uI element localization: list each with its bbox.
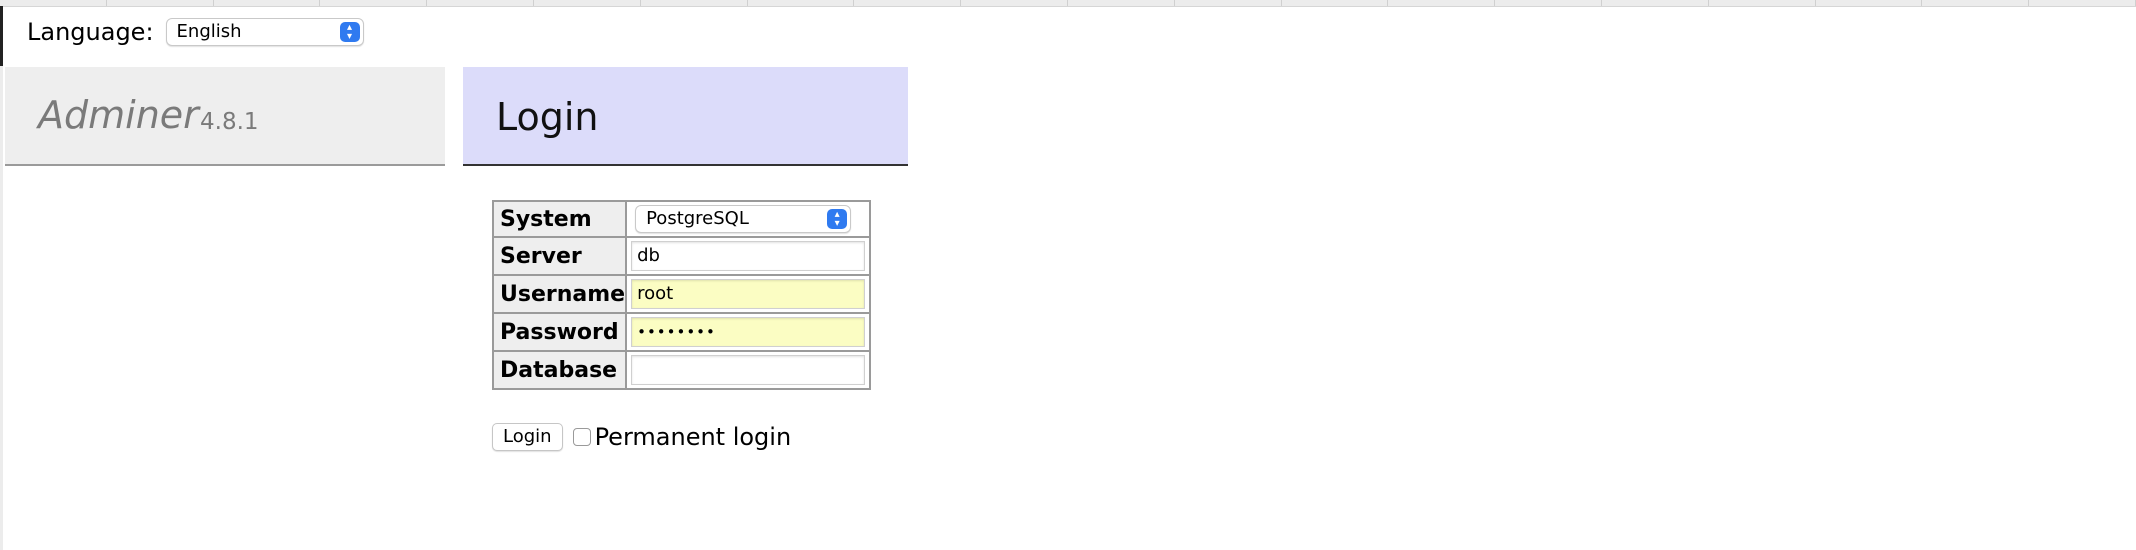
page-title: Login [496, 95, 599, 139]
system-label: System [491, 200, 628, 238]
username-label: Username [491, 274, 628, 314]
form-row-password: Password •••••••• [491, 312, 872, 352]
permanent-login-checkbox[interactable] [572, 428, 591, 446]
brand-name-link[interactable]: Adminer [38, 93, 199, 137]
brand-panel: Adminer 4.8.1 [5, 67, 445, 166]
form-actions: Login Permanent login [492, 423, 791, 451]
language-label: Language: [27, 18, 154, 46]
password-input[interactable]: •••••••• [631, 317, 866, 347]
left-border [0, 6, 3, 550]
form-row-server: Server db [491, 236, 872, 276]
system-select[interactable]: PostgreSQL ▴ ▾ [635, 205, 852, 233]
database-label: Database [491, 350, 628, 390]
form-row-database: Database [491, 350, 872, 390]
server-label: Server [491, 236, 628, 276]
login-form-table: System PostgreSQL ▴ ▾ Server db Username … [491, 200, 872, 390]
username-input[interactable]: root [631, 279, 866, 309]
server-input[interactable]: db [631, 241, 866, 271]
login-header: Login [463, 67, 908, 166]
chevron-up-down-icon: ▴ ▾ [827, 209, 848, 229]
language-select[interactable]: English ▴ ▾ [165, 18, 364, 46]
permanent-login-label[interactable]: Permanent login [595, 423, 792, 451]
language-select-value: English [176, 21, 242, 42]
browser-tab-strip [0, 0, 2136, 7]
form-row-system: System PostgreSQL ▴ ▾ [491, 200, 872, 238]
brand-version[interactable]: 4.8.1 [200, 109, 259, 135]
login-button[interactable]: Login [492, 423, 563, 451]
left-border-accent [0, 6, 3, 66]
language-bar: Language: English ▴ ▾ [27, 18, 364, 46]
password-label: Password [491, 312, 628, 352]
chevron-up-down-icon: ▴ ▾ [339, 22, 360, 42]
database-input[interactable] [631, 355, 866, 385]
form-row-username: Username root [491, 274, 872, 314]
system-select-value: PostgreSQL [646, 208, 749, 229]
